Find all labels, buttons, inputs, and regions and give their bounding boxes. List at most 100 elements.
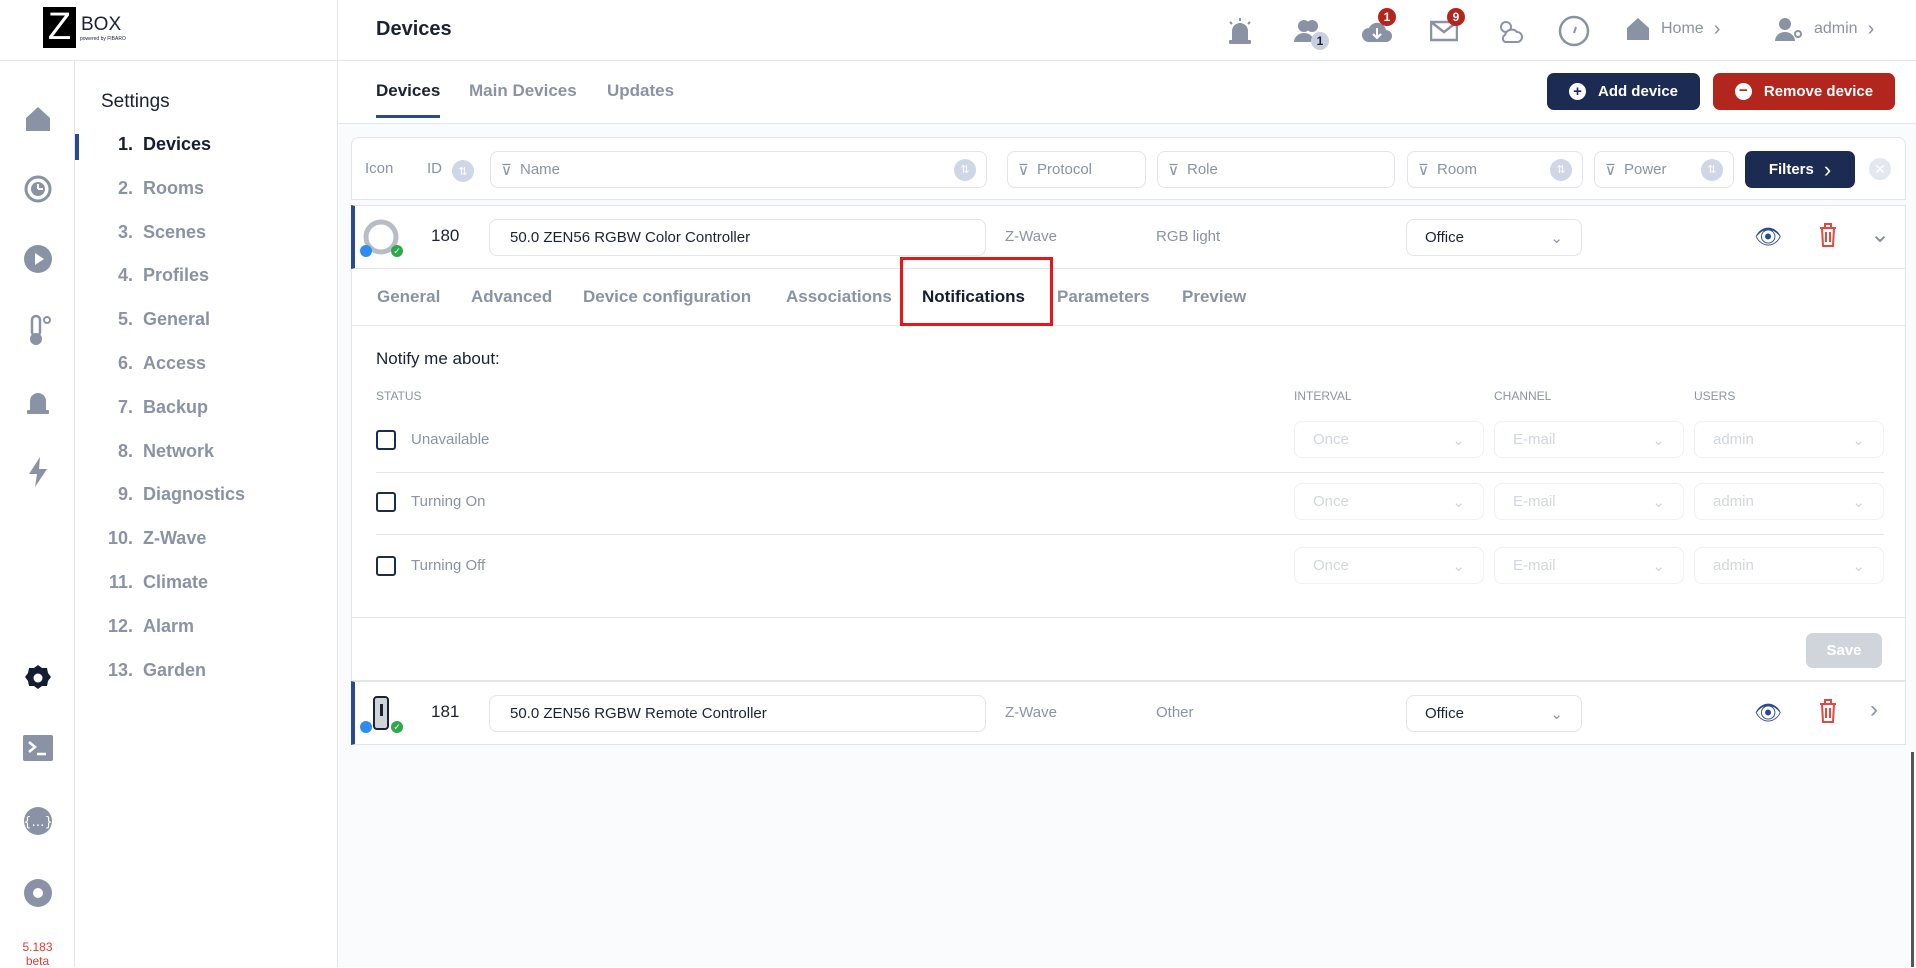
sidebar-item-garden[interactable]: 13. Garden (99, 660, 206, 681)
room-select[interactable]: Office ⌄ (1406, 219, 1582, 256)
tab-updates[interactable]: Updates (607, 81, 674, 101)
col-interval: INTERVAL (1294, 389, 1352, 403)
help-lifebuoy-icon[interactable] (20, 875, 56, 911)
user-menu[interactable]: admin › (1774, 16, 1874, 42)
sort-icon: ⇅ (1701, 158, 1723, 181)
power-filter[interactable]: ⊽ Power ⇅ (1594, 151, 1734, 188)
detail-tab-advanced[interactable]: Advanced (471, 287, 552, 307)
tab-main-devices[interactable]: Main Devices (469, 81, 577, 101)
channel-select[interactable]: E-mail ⌄ (1494, 483, 1684, 520)
room-filter[interactable]: ⊽ Room ⇅ (1407, 151, 1583, 188)
messages-badge: 9 (1447, 8, 1465, 26)
detail-tab-parameters[interactable]: Parameters (1057, 287, 1150, 307)
home-label: Home (1661, 20, 1704, 37)
detail-tab-device-configuration[interactable]: Device configuration (583, 287, 751, 307)
thermometer-icon[interactable] (20, 312, 56, 348)
alarm-icon[interactable] (20, 383, 56, 419)
clear-filters-icon[interactable]: ✕ (1869, 158, 1891, 180)
interval-select[interactable]: Once ⌄ (1294, 483, 1484, 520)
detail-tab-associations[interactable]: Associations (786, 287, 892, 307)
chevron-down-icon: ⌄ (1852, 493, 1865, 511)
device-row[interactable]: ✓ 180 50.0 ZEN56 RGBW Color Controller Z… (351, 205, 1906, 269)
sidebar-item-diagnostics[interactable]: 9. Diagnostics (99, 484, 245, 505)
notify-checkbox[interactable] (376, 492, 396, 512)
sidebar-item-rooms[interactable]: 2. Rooms (99, 178, 204, 199)
sidebar-title: Settings (101, 91, 170, 112)
sidebar-item-general[interactable]: 5. General (99, 309, 210, 330)
remove-device-button[interactable]: − Remove device (1713, 73, 1895, 110)
users-select[interactable]: admin ⌄ (1694, 547, 1884, 584)
channel-select[interactable]: E-mail ⌄ (1494, 421, 1684, 458)
chevron-down-icon[interactable]: ⌄ (1870, 220, 1890, 249)
home-icon[interactable] (20, 101, 56, 137)
timer-icon[interactable] (20, 170, 56, 206)
main-tabs-bar: Devices Main Devices Updates + Add device… (338, 61, 1916, 124)
notify-label: Turning Off (411, 557, 486, 574)
name-filter[interactable]: ⊽ Name ⇅ (490, 151, 987, 188)
channel-select[interactable]: E-mail ⌄ (1494, 547, 1684, 584)
settings-sidebar: Settings 1. Devices 2. Rooms 3. Scenes 4. Profi… (75, 61, 338, 967)
chevron-down-icon: ⌄ (1550, 229, 1563, 247)
device-icon: ✓ (360, 695, 403, 736)
eye-icon[interactable]: 👁︎ (1754, 700, 1782, 726)
clock-icon[interactable] (1557, 14, 1591, 48)
filters-button[interactable]: Filters › (1745, 151, 1855, 188)
sidebar-item-network[interactable]: 8. Network (99, 441, 214, 462)
icon-rail: {…} 5.183 beta (0, 61, 75, 968)
chevron-down-icon: ⌄ (1452, 557, 1465, 575)
sidebar-item-profiles[interactable]: 4. Profiles (99, 265, 209, 286)
settings-gear-icon[interactable] (20, 660, 56, 696)
role-filter[interactable]: ⊽ Role (1157, 151, 1395, 188)
sidebar-item-access[interactable]: 6. Access (99, 353, 206, 374)
weather-icon[interactable] (1493, 14, 1527, 48)
users-select[interactable]: admin ⌄ (1694, 483, 1884, 520)
device-protocol: Z-Wave (1005, 704, 1057, 721)
chevron-right-icon[interactable]: › (1870, 696, 1878, 724)
mail-icon[interactable]: 9 (1427, 8, 1465, 48)
logo: Z (43, 6, 76, 48)
play-icon[interactable] (20, 241, 56, 277)
detail-tab-preview[interactable]: Preview (1182, 287, 1246, 307)
device-detail-panel (351, 269, 1906, 681)
sidebar-item-climate[interactable]: 11. Climate (99, 572, 208, 593)
interval-select[interactable]: Once ⌄ (1294, 547, 1484, 584)
home-selector[interactable]: Home › (1625, 16, 1720, 42)
tab-devices[interactable]: Devices (376, 81, 441, 118)
trash-icon[interactable] (1818, 698, 1838, 729)
filter-icon: ⊽ (1168, 161, 1179, 179)
users-select[interactable]: admin ⌄ (1694, 421, 1884, 458)
device-name-input[interactable]: 50.0 ZEN56 RGBW Color Controller (489, 219, 986, 256)
terminal-icon[interactable] (20, 730, 56, 766)
detail-tab-general[interactable]: General (377, 287, 440, 307)
device-row[interactable]: ✓ 181 50.0 ZEN56 RGBW Remote Controller … (351, 681, 1906, 745)
cloud-download-icon[interactable]: 1 (1360, 8, 1396, 48)
filter-icon: ⊽ (501, 161, 512, 179)
alarm-icon[interactable] (1223, 14, 1257, 48)
users-icon[interactable]: 1 (1291, 14, 1329, 50)
notify-checkbox[interactable] (376, 430, 396, 450)
protocol-filter[interactable]: ⊽ Protocol (1007, 151, 1146, 188)
user-label: admin (1814, 20, 1858, 37)
add-device-button[interactable]: + Add device (1547, 73, 1700, 110)
chevron-right-icon: › (1867, 17, 1875, 40)
sidebar-item-alarm[interactable]: 12. Alarm (99, 616, 194, 637)
interval-select[interactable]: Once ⌄ (1294, 421, 1484, 458)
users-badge: 1 (1311, 32, 1329, 50)
sidebar-item-zwave[interactable]: 10. Z-Wave (99, 528, 206, 549)
trash-icon[interactable] (1818, 222, 1838, 253)
device-name-input[interactable]: 50.0 ZEN56 RGBW Remote Controller (489, 695, 986, 732)
notify-checkbox[interactable] (376, 556, 396, 576)
col-id[interactable]: ID ⇅ (427, 160, 474, 182)
sidebar-item-backup[interactable]: 7. Backup (99, 397, 208, 418)
chevron-down-icon: ⌄ (1452, 431, 1465, 449)
device-id: 181 (431, 702, 460, 721)
filter-bar: Icon ID ⇅ ⊽ Name ⇅ ⊽ Protocol ⊽ Role ⊽ Room ⇅ ⊽… (351, 137, 1906, 200)
energy-icon[interactable] (20, 454, 56, 490)
sidebar-item-scenes[interactable]: 3. Scenes (99, 222, 206, 243)
scrollbar[interactable] (1911, 752, 1914, 967)
eye-icon[interactable]: 👁︎ (1754, 224, 1782, 250)
api-icon[interactable]: {…} (20, 803, 56, 839)
room-select[interactable]: Office ⌄ (1406, 695, 1582, 732)
sidebar-item-devices[interactable]: 1. Devices (99, 134, 211, 155)
save-button[interactable]: Save (1806, 633, 1882, 668)
